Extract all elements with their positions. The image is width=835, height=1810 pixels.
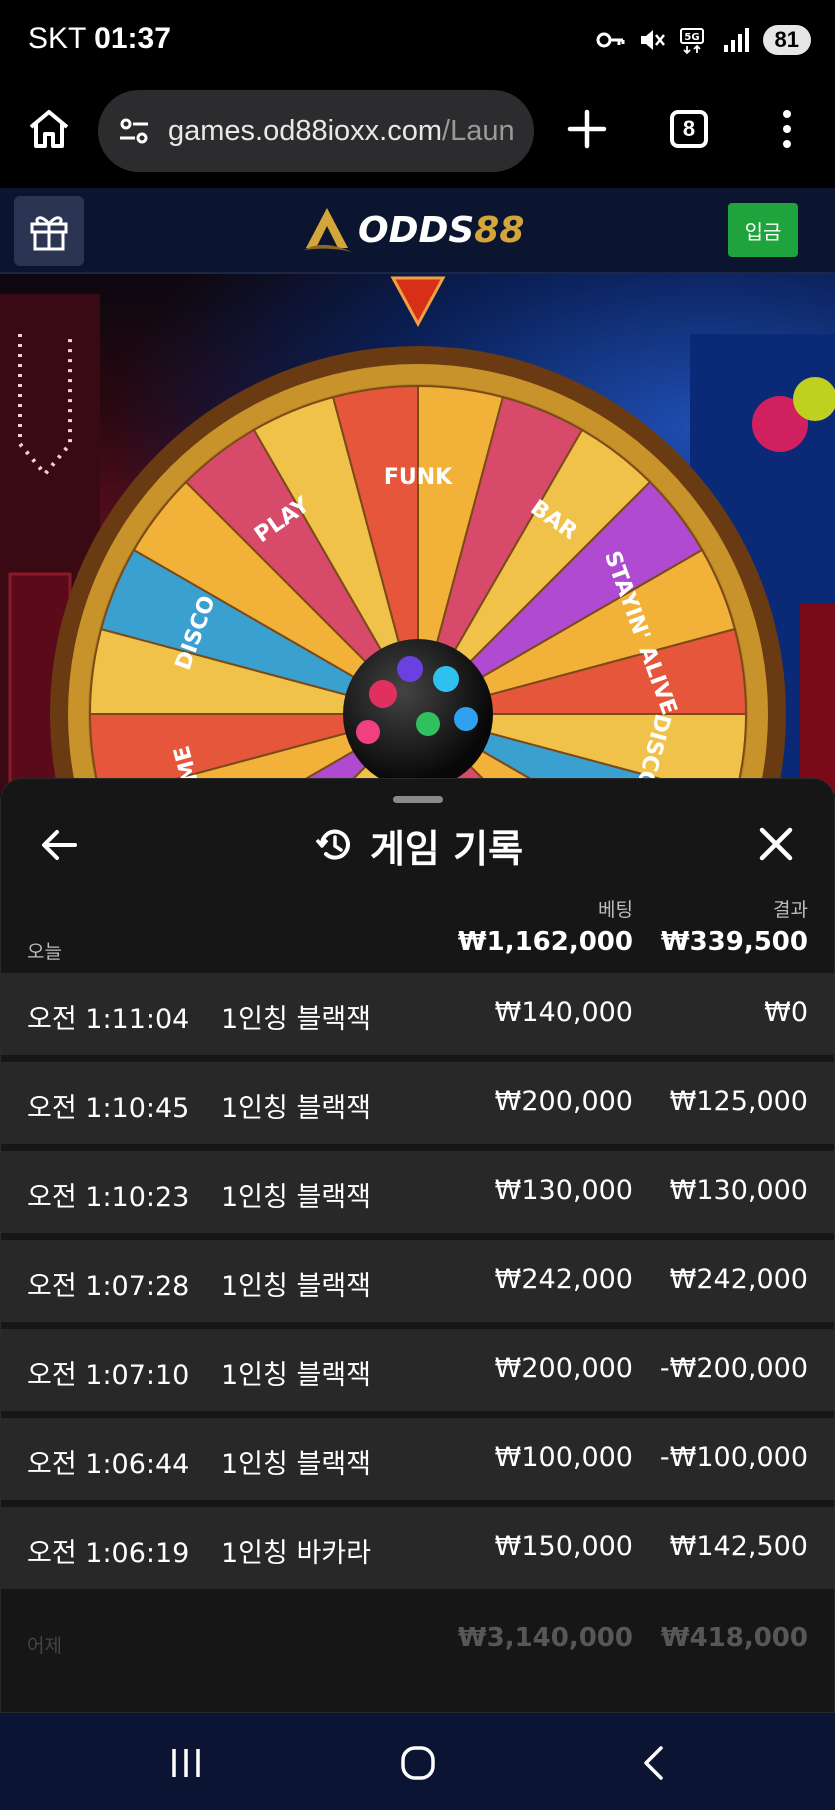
clock: 01:37 [94, 22, 171, 55]
row-result: -₩100,000 [659, 1442, 808, 1473]
sheet-header: 게임 기록 [1, 819, 834, 871]
row-bet: ₩130,000 [494, 1175, 633, 1206]
history-row[interactable]: 오전 1:06:44 1인칭 블랙잭 ₩100,000 -₩100,000 [1, 1418, 834, 1500]
row-time: 오전 1:07:10 [27, 1360, 190, 1391]
more-menu-icon[interactable] [772, 108, 802, 150]
today-label: 오늘 [27, 941, 62, 963]
url-path: /Laun [442, 114, 515, 147]
row-result: ₩242,000 [669, 1264, 808, 1295]
status-left: SKT 01:37 [28, 22, 171, 56]
row-time: 오전 1:07:28 [27, 1271, 190, 1302]
row-time: 오전 1:06:19 [27, 1538, 190, 1569]
home-nav-icon[interactable] [398, 1743, 438, 1783]
yesterday-bet-total: ₩3,140,000 [457, 1623, 633, 1653]
mute-icon [640, 30, 665, 50]
5g-icon: 5G [679, 28, 704, 55]
row-game: 1인칭 블랙잭 [221, 1093, 371, 1124]
today-summary: 베팅 결과 오늘 ₩1,162,000 ₩339,500 [1, 889, 834, 969]
today-result-total: ₩339,500 [660, 927, 808, 957]
column-header-result: 결과 [773, 899, 808, 921]
sheet-title: 게임 기록 [369, 826, 524, 871]
status-bar: SKT 01:37 5G 81 [0, 0, 835, 80]
history-row[interactable]: 오전 1:06:19 1인칭 바카라 ₩150,000 ₩142,500 [1, 1507, 834, 1589]
history-icon [315, 829, 350, 860]
today-bet-total: ₩1,162,000 [457, 927, 633, 957]
disco-wheel-scene: TIMEDISCOPLAYFUNKBARSTAYIN' ALIVEDISCO V… [0, 276, 835, 794]
history-row[interactable]: 오전 1:11:04 1인칭 블랙잭 ₩140,000 ₩0 [1, 973, 834, 1055]
game-history-sheet: 게임 기록 베팅 결과 오늘 ₩1,162,000 ₩339,500 오전 1:… [0, 778, 835, 1713]
row-game: 1인칭 블랙잭 [221, 1004, 371, 1035]
deposit-button[interactable]: 입금 [728, 203, 798, 257]
gift-icon [30, 216, 68, 251]
system-nav-bar [0, 1713, 835, 1810]
row-time: 오전 1:11:04 [27, 1004, 190, 1035]
yesterday-result-total: ₩418,000 [660, 1623, 808, 1653]
history-row[interactable]: 오전 1:10:45 1인칭 블랙잭 ₩200,000 ₩125,000 [1, 1062, 834, 1144]
row-game: 1인칭 블랙잭 [221, 1271, 371, 1302]
battery-indicator: 81 [762, 25, 811, 55]
row-time: 오전 1:06:44 [27, 1449, 190, 1480]
back-nav-icon[interactable] [634, 1743, 674, 1783]
carrier-label: SKT [28, 22, 86, 55]
history-row[interactable]: 오전 1:07:10 1인칭 블랙잭 ₩200,000 -₩200,000 [1, 1329, 834, 1411]
row-result: ₩142,500 [669, 1531, 808, 1562]
logo-mark-icon [304, 208, 352, 252]
row-time: 오전 1:10:45 [27, 1093, 190, 1124]
row-bet: ₩150,000 [494, 1531, 633, 1562]
site-logo[interactable]: ODDS88 [300, 202, 524, 258]
site-header: ODDS88 입금 [0, 188, 835, 274]
svg-text:5G: 5G [684, 32, 699, 43]
site-settings-icon[interactable] [116, 113, 152, 149]
drag-handle[interactable] [393, 796, 443, 803]
disco-wheel: TIMEDISCOPLAYFUNKBARSTAYIN' ALIVEDISCO V… [50, 346, 786, 794]
history-list: 오전 1:11:04 1인칭 블랙잭 ₩140,000 ₩0 오전 1:10:4… [1, 973, 834, 1596]
row-bet: ₩140,000 [494, 997, 633, 1028]
url-text: games.od88ioxx.com/Laun [168, 115, 515, 148]
gift-button[interactable] [14, 196, 84, 266]
row-game: 1인칭 바카라 [221, 1538, 371, 1569]
browser-toolbar: games.od88ioxx.com/Laun 8 [0, 80, 835, 188]
row-bet: ₩242,000 [494, 1264, 633, 1295]
close-icon[interactable] [757, 825, 795, 863]
wheel-label: FUNK [384, 465, 453, 490]
tab-switcher-button[interactable]: 8 [670, 110, 708, 148]
history-row[interactable]: 오전 1:07:28 1인칭 블랙잭 ₩242,000 ₩242,000 [1, 1240, 834, 1322]
row-bet: ₩100,000 [494, 1442, 633, 1473]
row-game: 1인칭 블랙잭 [221, 1449, 371, 1480]
row-result: -₩200,000 [659, 1353, 808, 1384]
vpn-key-icon [596, 32, 625, 48]
home-icon[interactable] [26, 106, 72, 152]
recent-apps-icon[interactable] [166, 1743, 206, 1783]
new-tab-icon[interactable] [566, 108, 608, 150]
yesterday-label: 어제 [27, 1635, 62, 1657]
game-video[interactable]: TIME DISCO PLAY FUNK BAR STAYIN' ALIVE DISCO V… [0, 274, 835, 794]
address-bar[interactable]: games.od88ioxx.com/Laun [98, 90, 534, 172]
row-game: 1인칭 블랙잭 [221, 1360, 371, 1391]
status-icons: 5G 81 [595, 22, 811, 58]
signal-icon [723, 28, 749, 52]
row-result: ₩130,000 [669, 1175, 808, 1206]
history-row[interactable]: 오전 1:10:23 1인칭 블랙잭 ₩130,000 ₩130,000 [1, 1151, 834, 1233]
row-bet: ₩200,000 [494, 1353, 633, 1384]
row-game: 1인칭 블랙잭 [221, 1182, 371, 1213]
row-result: ₩125,000 [669, 1086, 808, 1117]
logo-wordmark: ODDS88 [358, 209, 525, 251]
url-host: games.od88ioxx.com [168, 114, 443, 147]
row-result: ₩0 [764, 997, 808, 1028]
column-header-bet: 베팅 [598, 899, 633, 921]
yesterday-summary: 어제 ₩3,140,000 ₩418,000 [1, 1609, 834, 1669]
row-time: 오전 1:10:23 [27, 1182, 190, 1213]
row-bet: ₩200,000 [494, 1086, 633, 1117]
